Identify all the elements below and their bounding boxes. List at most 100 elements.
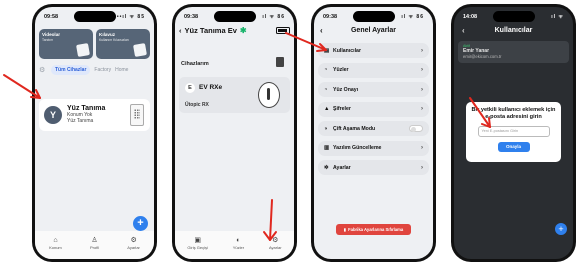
tab-label: Ayarlar: [268, 245, 282, 250]
add-device-button[interactable]: +: [133, 216, 148, 231]
status-time: 09:38: [184, 14, 199, 20]
battery-icon: [276, 27, 290, 34]
shield-icon: ◑: [324, 125, 328, 132]
menu-item-label: Yüz Onayı: [333, 86, 359, 93]
tab-label: Profil: [89, 245, 100, 250]
settings-screen: 09:38 ıl ᯤ 86 ‹ Genel Ayarlar ▤ Kullanıc…: [314, 7, 433, 259]
status-icons: ••ıl ᯤ 85: [116, 14, 145, 20]
menu-item-faces[interactable]: ◔ Yüzler ›: [318, 62, 429, 78]
promo-cards: Videolar Tanıtım Kılavuz Kullanım Kılavu…: [39, 29, 150, 59]
dynamic-island: [492, 11, 535, 22]
page-title: Kullanıcılar: [494, 27, 533, 34]
tab-access[interactable]: ▣ Giriş Geçişi: [187, 237, 207, 250]
filter-settings-icon[interactable]: ⚙: [39, 66, 47, 74]
menu-item-label: Şifreler: [333, 106, 351, 112]
tab-settings[interactable]: ⚙ Ayarlar: [127, 237, 140, 250]
back-button[interactable]: ‹: [320, 24, 323, 37]
file-icon[interactable]: [276, 57, 284, 67]
chevron-right-icon: ›: [421, 164, 423, 171]
add-user-button[interactable]: +: [555, 223, 567, 235]
document-icon: [76, 43, 90, 57]
menu-item-face-approval[interactable]: ◔ Yüz Onayı ›: [318, 82, 429, 97]
status-icons: ıl ᯤ 86: [262, 14, 285, 20]
user-row[interactable]: Aktif Emir Yanar emir@ekicom.com.tr: [458, 41, 569, 63]
confirm-button[interactable]: Onayla: [497, 142, 530, 153]
back-button[interactable]: ‹: [179, 26, 182, 35]
videos-card-subtitle: Tanıtım: [42, 38, 54, 42]
factory-reset-button[interactable]: ▮ Fabrika Ayarlarına Sıfırlama: [336, 224, 411, 235]
add-user-dialog: Bir yetkili kullanıcı eklemek için e-pos…: [466, 102, 561, 162]
back-button[interactable]: ‹: [462, 24, 465, 37]
users-icon: ▤: [324, 47, 330, 54]
stage: 09:58 ••ıl ᯤ 85 Videolar Tanıtım Kılavuz…: [0, 0, 579, 266]
menu-item-label: Yazılım Güncelleme: [333, 145, 382, 151]
dynamic-island: [352, 11, 395, 22]
status-icons: ıl ᯤ: [551, 14, 564, 20]
menu-item-label: Kullanıcılar: [333, 47, 361, 54]
email-input[interactable]: Yeni E-postasını Girin: [477, 126, 550, 138]
videos-card-title: Videolar: [42, 32, 61, 37]
nav-bar: ‹ Genel Ayarlar: [318, 24, 429, 37]
dynamic-island: [213, 11, 256, 22]
home-icon: ⌂: [53, 237, 58, 244]
chevron-right-icon: ›: [421, 106, 423, 112]
update-icon: ▥: [324, 145, 330, 151]
tab-label: Ayarlar: [127, 245, 140, 250]
device-card[interactable]: Y Yüz Tanıma Konum Yok Yüz Tanıma: [39, 99, 150, 131]
device-label: Ütopic RX: [185, 102, 209, 108]
menu-item-label: Ayarlar: [333, 164, 351, 171]
keypad-device-icon: [130, 104, 144, 126]
device-type: Yüz Tanıma: [67, 118, 94, 125]
device-avatar: Y: [44, 106, 62, 124]
face-icon: ◔: [324, 67, 328, 73]
gear-icon: ✲: [324, 164, 329, 171]
page-title: Yüz Tanıma Ev: [184, 26, 237, 35]
tab-faces[interactable]: ◐ Yüzler: [233, 237, 244, 250]
lock-knob-icon: [258, 82, 280, 108]
device-name: EV RXe: [199, 84, 223, 91]
tab-label: Konum: [49, 245, 62, 250]
device-avatar: E: [185, 83, 195, 93]
home-screen: 09:58 ••ıl ᯤ 85 Videolar Tanıtım Kılavuz…: [35, 7, 154, 259]
device-card[interactable]: E EV RXe Ütopic RX: [179, 77, 290, 113]
person-icon: ♙: [91, 237, 98, 244]
filter-home[interactable]: Home: [115, 67, 128, 73]
bluetooth-icon: ✱: [239, 26, 247, 35]
status-time: 14:08: [463, 14, 478, 20]
phone-settings: 09:38 ıl ᯤ 86 ‹ Genel Ayarlar ▤ Kullanıc…: [311, 4, 436, 262]
gear-icon: ⚙: [130, 237, 137, 244]
chevron-right-icon: ›: [421, 47, 423, 54]
two-step-toggle[interactable]: [409, 125, 423, 132]
chevron-right-icon: ›: [421, 145, 423, 151]
dynamic-island: [73, 11, 116, 22]
tab-label: Giriş Geçişi: [187, 245, 208, 250]
page-title: Genel Ayarlar: [350, 27, 396, 34]
gear-icon: ⚙: [272, 237, 279, 244]
filter-all-devices[interactable]: Tüm Cihazlar: [51, 65, 91, 75]
factory-reset-label: Fabrika Ayarlarına Sıfırlama: [348, 227, 404, 232]
status-icons: ıl ᯤ 86: [401, 14, 424, 20]
menu-item-software-update[interactable]: ▥ Yazılım Güncelleme ›: [318, 140, 429, 156]
menu-item-passwords[interactable]: ▲ Şifreler ›: [318, 101, 429, 117]
status-time: 09:38: [323, 14, 338, 20]
tab-settings[interactable]: ⚙ Ayarlar: [269, 237, 282, 250]
menu-item-users[interactable]: ▤ Kullanıcılar ›: [318, 43, 429, 58]
tab-location[interactable]: ⌂ Konum: [49, 237, 62, 250]
device-filters: ⚙ Tüm Cihazlar Factory Home: [39, 64, 152, 76]
tab-profile[interactable]: ♙ Profil: [90, 237, 99, 250]
guide-card[interactable]: Kılavuz Kullanım Kılavuzları: [96, 29, 150, 59]
phone-users: 14:08 ıl ᯤ ‹ Kullanıcılar Aktif Emir Yan…: [451, 4, 576, 262]
filter-factory[interactable]: Factory: [94, 67, 111, 73]
users-screen: 14:08 ıl ᯤ ‹ Kullanıcılar Aktif Emir Yan…: [454, 7, 573, 259]
chevron-right-icon: ›: [421, 67, 423, 73]
menu-item-two-step[interactable]: ◑ Çift Aşama Modu: [318, 121, 429, 136]
menu-item-settings[interactable]: ✲ Ayarlar ›: [318, 160, 429, 175]
tab-bar: ▣ Giriş Geçişi ◐ Yüzler ⚙ Ayarlar: [175, 231, 294, 259]
videos-card[interactable]: Videolar Tanıtım: [39, 29, 93, 59]
menu-item-label: Yüzler: [333, 67, 349, 73]
dialog-prompt: Bir yetkili kullanıcı eklemek için e-pos…: [471, 107, 556, 120]
access-icon: ▣: [194, 237, 201, 244]
phone-home: 09:58 ••ıl ᯤ 85 Videolar Tanıtım Kılavuz…: [32, 4, 157, 262]
face-icon: ◐: [236, 237, 241, 244]
guide-card-subtitle: Kullanım Kılavuzları: [99, 38, 129, 42]
